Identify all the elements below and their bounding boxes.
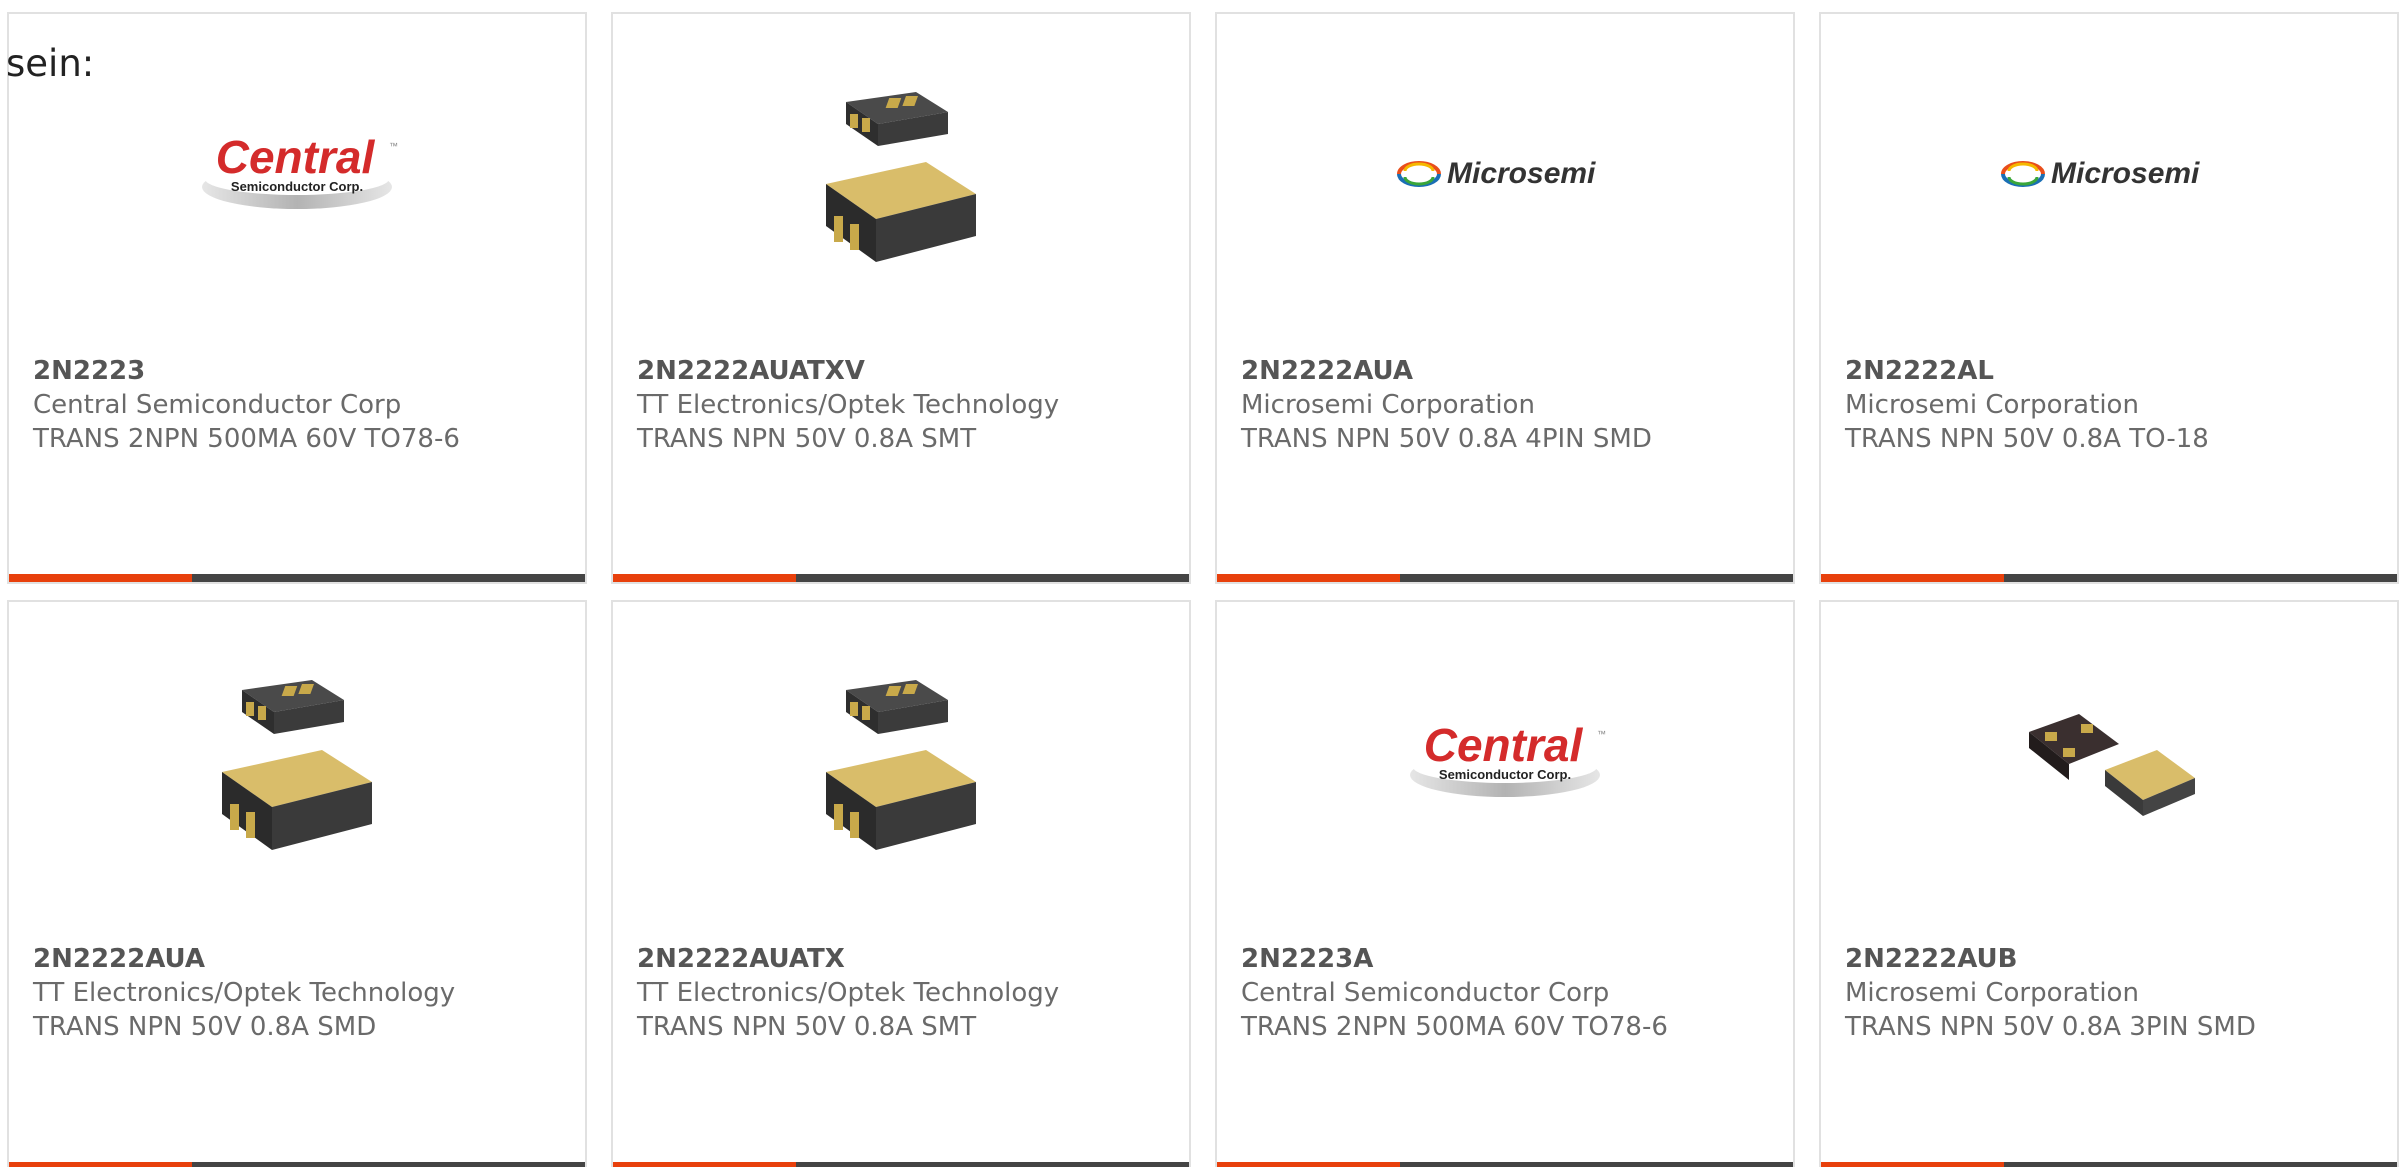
svg-text:Semiconductor Corp.: Semiconductor Corp. bbox=[1439, 767, 1571, 782]
card-accent-bar bbox=[1821, 574, 2397, 582]
product-card[interactable]: Central ™ Semiconductor Corp. 2N2223A Cen… bbox=[1215, 600, 1795, 1167]
part-number[interactable]: 2N2222AUATX bbox=[637, 942, 1179, 976]
product-description: TRANS NPN 50V 0.8A 3PIN SMD bbox=[1845, 1012, 2256, 1042]
product-image[interactable]: Microsemi bbox=[1217, 54, 1793, 294]
svg-text:Semiconductor Corp.: Semiconductor Corp. bbox=[231, 179, 363, 194]
part-number[interactable]: 2N2222AUB bbox=[1845, 942, 2387, 976]
svg-text:™: ™ bbox=[389, 141, 398, 151]
card-accent-bar bbox=[613, 1162, 1189, 1167]
central-semiconductor-logo: Central ™ Semiconductor Corp. bbox=[202, 131, 398, 209]
product-description: TRANS 2NPN 500MA 60V TO78-6 bbox=[1241, 1012, 1668, 1042]
manufacturer-name: Central Semiconductor Corp bbox=[33, 390, 402, 420]
svg-text:Central: Central bbox=[216, 131, 376, 183]
product-info: 2N2222AUATXV TT Electronics/Optek Technol… bbox=[637, 354, 1179, 456]
product-info: 2N2222AUA Microsemi Corporation TRANS NPN … bbox=[1241, 354, 1783, 456]
card-accent-bar bbox=[1217, 574, 1793, 582]
part-number[interactable]: 2N2223 bbox=[33, 354, 575, 388]
manufacturer-name: TT Electronics/Optek Technology bbox=[33, 978, 456, 1008]
product-info: 2N2222AUB Microsemi Corporation TRANS NPN … bbox=[1845, 942, 2387, 1044]
microsemi-logo: Microsemi bbox=[2001, 157, 2200, 190]
product-card[interactable]: 2N2222AUB Microsemi Corporation TRANS NPN … bbox=[1819, 600, 2399, 1167]
manufacturer-name: Central Semiconductor Corp bbox=[1241, 978, 1610, 1008]
product-info: 2N2222AL Microsemi Corporation TRANS NPN 5… bbox=[1845, 354, 2387, 456]
part-number[interactable]: 2N2223A bbox=[1241, 942, 1783, 976]
intro-text: sein: bbox=[6, 42, 95, 85]
svg-text:™: ™ bbox=[1597, 729, 1606, 739]
card-accent-bar bbox=[1217, 1162, 1793, 1167]
product-card[interactable]: 2N2222AUATX TT Electronics/Optek Technolo… bbox=[611, 600, 1191, 1167]
svg-text:Microsemi: Microsemi bbox=[1447, 157, 1596, 190]
product-info: 2N2222AUA TT Electronics/Optek Technology… bbox=[33, 942, 575, 1044]
product-grid: Central ™ Semiconductor Corp. 2N2223 Cent… bbox=[7, 12, 2399, 1167]
manufacturer-name: TT Electronics/Optek Technology bbox=[637, 390, 1060, 420]
part-number[interactable]: 2N2222AUATXV bbox=[637, 354, 1179, 388]
product-description: TRANS NPN 50V 0.8A SMT bbox=[637, 424, 977, 454]
central-semiconductor-logo: Central ™ Semiconductor Corp. bbox=[1410, 719, 1606, 797]
manufacturer-name: Microsemi Corporation bbox=[1845, 978, 2139, 1008]
product-description: TRANS NPN 50V 0.8A 4PIN SMD bbox=[1241, 424, 1652, 454]
svg-text:Central: Central bbox=[1424, 719, 1584, 771]
product-info: 2N2222AUATX TT Electronics/Optek Technolo… bbox=[637, 942, 1179, 1044]
manufacturer-name: TT Electronics/Optek Technology bbox=[637, 978, 1060, 1008]
svg-text:Microsemi: Microsemi bbox=[2051, 157, 2200, 190]
product-image[interactable]: Central ™ Semiconductor Corp. bbox=[9, 54, 585, 294]
product-info: 2N2223 Central Semiconductor Corp TRANS 2N… bbox=[33, 354, 575, 456]
manufacturer-name: Microsemi Corporation bbox=[1845, 390, 2139, 420]
product-image[interactable]: Central ™ Semiconductor Corp. bbox=[1217, 642, 1793, 882]
product-description: TRANS 2NPN 500MA 60V TO78-6 bbox=[33, 424, 460, 454]
product-description: TRANS NPN 50V 0.8A SMD bbox=[33, 1012, 377, 1042]
part-number[interactable]: 2N2222AUA bbox=[33, 942, 575, 976]
card-accent-bar bbox=[9, 574, 585, 582]
manufacturer-name: Microsemi Corporation bbox=[1241, 390, 1535, 420]
product-card[interactable]: Microsemi 2N2222AUA Microsemi Corporation… bbox=[1215, 12, 1795, 584]
product-info: 2N2223A Central Semiconductor Corp TRANS 2… bbox=[1241, 942, 1783, 1044]
smd-package-photo bbox=[222, 680, 372, 850]
card-accent-bar bbox=[1821, 1162, 2397, 1167]
part-number[interactable]: 2N2222AUA bbox=[1241, 354, 1783, 388]
product-description: TRANS NPN 50V 0.8A SMT bbox=[637, 1012, 977, 1042]
product-image[interactable] bbox=[9, 642, 585, 882]
product-card[interactable]: Central ™ Semiconductor Corp. 2N2223 Cent… bbox=[7, 12, 587, 584]
product-card[interactable]: 2N2222AUATXV TT Electronics/Optek Technol… bbox=[611, 12, 1191, 584]
smd-package-photo bbox=[826, 92, 976, 262]
product-image[interactable]: Microsemi bbox=[1821, 54, 2397, 294]
small-smd-package-photo bbox=[2029, 714, 2195, 816]
product-grid-page: sein: Central ™ Semiconductor Corp. 2N22… bbox=[0, 0, 2400, 1167]
product-description: TRANS NPN 50V 0.8A TO-18 bbox=[1845, 424, 2209, 454]
product-card[interactable]: 2N2222AUA TT Electronics/Optek Technology… bbox=[7, 600, 587, 1167]
card-accent-bar bbox=[9, 1162, 585, 1167]
part-number[interactable]: 2N2222AL bbox=[1845, 354, 2387, 388]
product-card[interactable]: Microsemi 2N2222AL Microsemi Corporation T… bbox=[1819, 12, 2399, 584]
product-image[interactable] bbox=[613, 54, 1189, 294]
product-image[interactable] bbox=[1821, 642, 2397, 882]
microsemi-logo: Microsemi bbox=[1397, 157, 1596, 190]
smd-package-photo bbox=[826, 680, 976, 850]
card-accent-bar bbox=[613, 574, 1189, 582]
product-image[interactable] bbox=[613, 642, 1189, 882]
